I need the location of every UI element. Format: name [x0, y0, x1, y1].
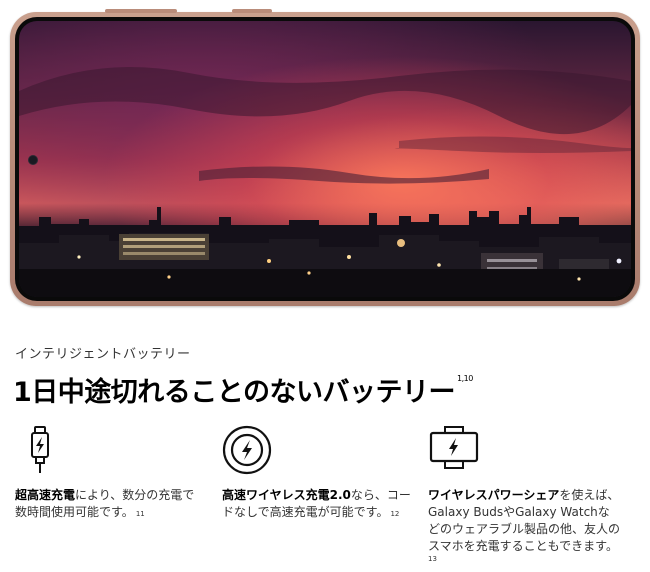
feature-line: を使えば、 — [559, 488, 620, 502]
headline-text: 1日中途切れることのないバッテリー — [13, 377, 456, 408]
charging-cable-icon — [31, 426, 49, 473]
city-skyline-illustration — [19, 67, 631, 297]
phone-bezel — [15, 17, 635, 301]
feature-line: により、数分の充電で — [75, 488, 195, 502]
phone-hero-image — [10, 9, 640, 306]
feature-line: Galaxy BudsやGalaxy Watchな — [428, 505, 610, 519]
feature-super-fast-charging: 超高速充電により、数分の充電で 数時間使用可能です。 11 — [15, 425, 194, 519]
section-eyebrow: インテリジェントバッテリー — [15, 347, 191, 362]
feature-footnote: 11 — [135, 510, 145, 518]
feature-line: 数時間使用可能です。 — [15, 505, 134, 519]
section-headline: 1日中途切れることのないバッテリー 1,10 — [13, 370, 473, 409]
feature-description: ワイヤレスパワーシェアを使えば、 Galaxy BudsやGalaxy Watc… — [428, 487, 620, 572]
headline-footnote: 1,10 — [457, 374, 473, 383]
feature-line: ドなしで高速充電が可能です。 — [222, 505, 389, 519]
wireless-charging-icon — [222, 425, 272, 475]
feature-highlight: ワイヤレスパワーシェア — [428, 488, 560, 502]
feature-description: 超高速充電により、数分の充電で 数時間使用可能です。 11 — [15, 487, 194, 521]
feature-highlight: 高速ワイヤレス充電2.0 — [222, 488, 351, 502]
feature-line: スマホを充電することもできます。 — [428, 539, 618, 553]
feature-highlight: 超高速充電 — [15, 488, 76, 502]
feature-fast-wireless-charging: 高速ワイヤレス充電2.0なら、コー ドなしで高速充電が可能です。 12 — [222, 425, 411, 519]
feature-line: どのウェアラブル製品の他、友人の — [428, 522, 621, 536]
feature-footnote: 13 — [428, 555, 437, 563]
feature-wireless-powershare: ワイヤレスパワーシェアを使えば、 Galaxy BudsやGalaxy Watc… — [428, 425, 620, 563]
wireless-powershare-icon — [429, 426, 479, 469]
phone-side-button — [105, 9, 177, 13]
feature-footnote: 12 — [390, 510, 400, 518]
phone-screen-sunset-cityscape — [19, 21, 631, 297]
feature-line: なら、コー — [350, 488, 411, 502]
front-camera — [29, 156, 37, 164]
phone-side-button — [232, 9, 272, 13]
feature-description: 高速ワイヤレス充電2.0なら、コー ドなしで高速充電が可能です。 12 — [222, 487, 411, 521]
